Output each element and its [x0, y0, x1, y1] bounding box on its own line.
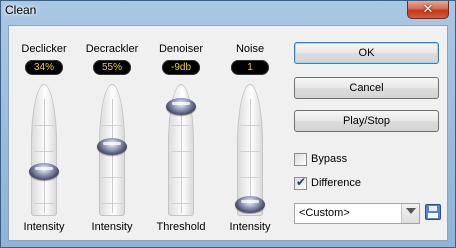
title-bar[interactable]: Clean ✕ [1, 1, 455, 23]
window-title: Clean [5, 3, 37, 17]
bypass-label: Bypass [311, 153, 348, 165]
preset-value: <Custom> [299, 207, 350, 219]
decrackler-caption: Intensity [91, 221, 133, 233]
noise-readout: 1 [231, 60, 269, 75]
decrackler-readout: 55% [93, 60, 131, 75]
checkmark-icon: ✔ [296, 175, 307, 189]
noise-control: Noise 1 Intensity [215, 26, 285, 242]
decrackler-label: Decrackler [85, 43, 139, 55]
cancel-button[interactable]: Cancel [294, 77, 439, 99]
decrackler-control: Decrackler 55% Intensity [77, 26, 147, 242]
denoiser-slider-thumb[interactable] [166, 97, 196, 115]
declicker-label: Declicker [21, 43, 67, 55]
denoiser-label: Denoiser [158, 43, 204, 55]
denoiser-readout: -9db [162, 60, 200, 75]
dialog-body: Declicker 34% Intensity Decrackler 55% I… [8, 25, 448, 241]
play-stop-button[interactable]: Play/Stop [294, 110, 439, 132]
declicker-slider-thumb[interactable] [29, 162, 59, 180]
save-icon[interactable] [425, 204, 441, 220]
close-icon: ✕ [422, 2, 434, 17]
noise-caption: Intensity [229, 221, 271, 233]
clean-dialog: Clean ✕ Declicker 34% Intensity Decrackl… [0, 0, 456, 248]
preset-dropdown[interactable]: <Custom> [294, 203, 420, 224]
ok-button[interactable]: OK [294, 42, 439, 64]
preset-dropdown-button[interactable] [401, 204, 419, 223]
declicker-control: Declicker 34% Intensity [9, 26, 79, 242]
chevron-down-icon [406, 208, 416, 214]
noise-label: Noise [235, 43, 265, 55]
difference-label: Difference [311, 177, 361, 189]
denoiser-caption: Threshold [156, 221, 206, 233]
close-button[interactable]: ✕ [407, 1, 449, 19]
declicker-caption: Intensity [23, 221, 65, 233]
denoiser-control: Denoiser -9db Threshold [146, 26, 216, 242]
difference-checkbox-box[interactable]: ✔ [294, 175, 307, 190]
bypass-checkbox-box[interactable] [294, 153, 307, 166]
declicker-readout: 34% [25, 60, 63, 75]
declicker-slider-track[interactable] [31, 84, 57, 216]
